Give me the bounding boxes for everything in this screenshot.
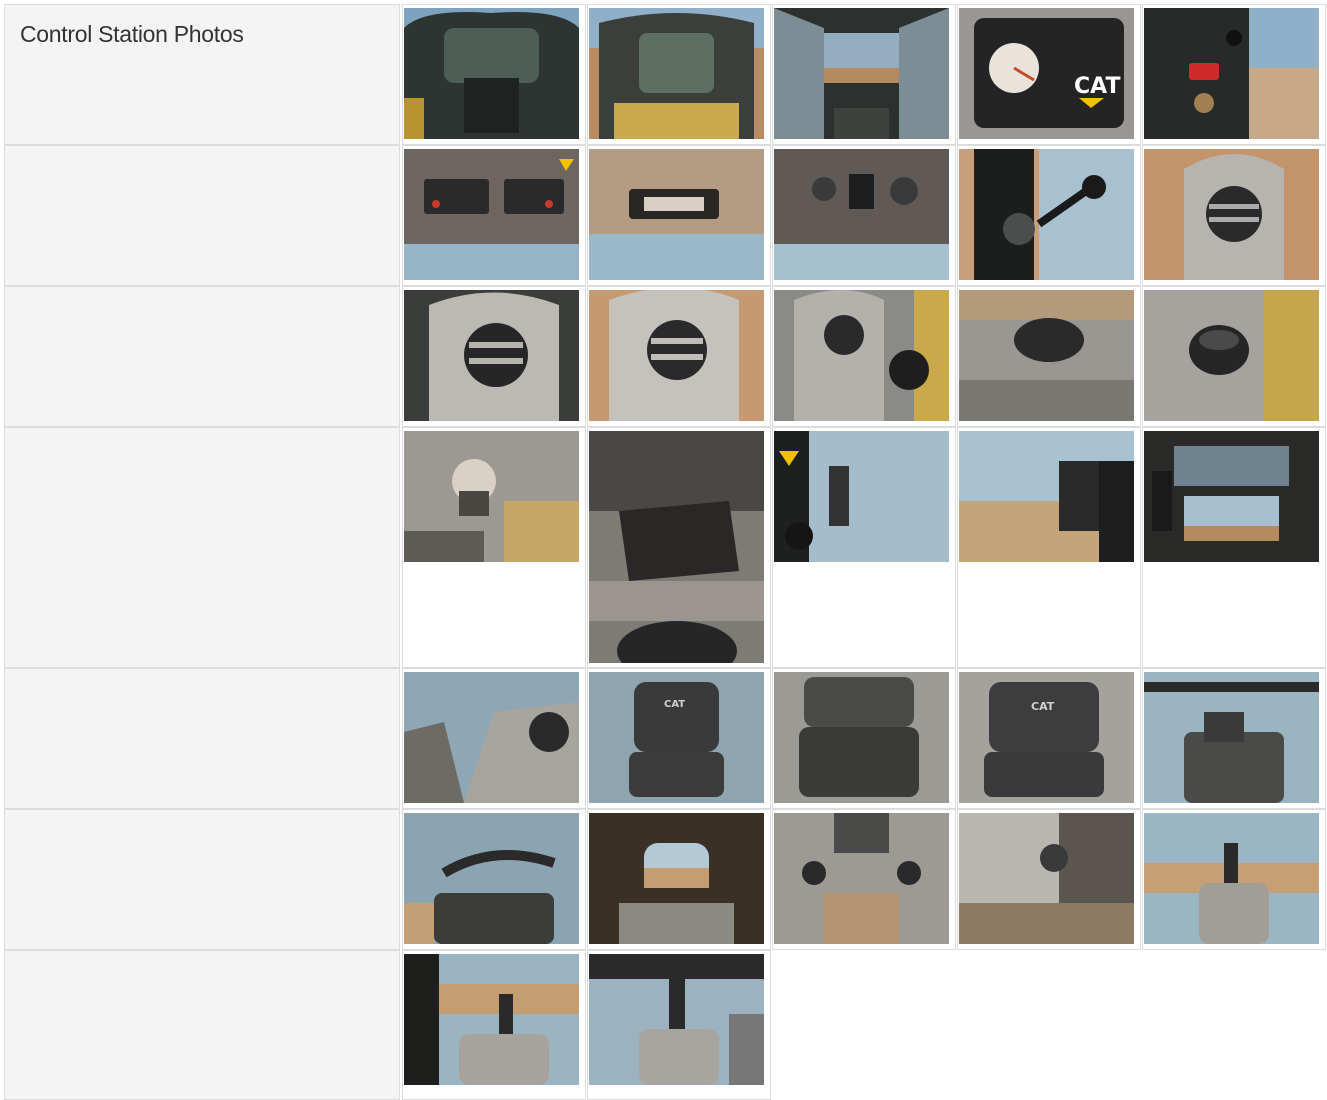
photo-row-1: Control Station Photos CAT [4,4,1326,145]
photo-cell [957,145,1141,286]
section-label-cell [4,427,400,668]
photo-cell [587,4,771,145]
section-label-cell [4,668,400,809]
photo-thumbnail[interactable] [589,290,764,421]
svg-text:CAT: CAT [1031,700,1055,713]
photo-thumbnail[interactable] [1144,431,1319,562]
photo-row-6 [4,809,1326,950]
photo-thumbnail[interactable] [589,8,764,139]
photo-thumbnail[interactable] [774,672,949,803]
photo-cell [772,145,956,286]
photo-cell [402,286,586,427]
photo-cell: CAT [587,668,771,809]
photo-cell [772,286,956,427]
photo-cell [1142,668,1326,809]
photo-cell [957,427,1141,668]
photo-cell [587,427,771,668]
photo-thumbnail[interactable] [774,8,949,139]
section-label-cell: Control Station Photos [4,4,400,145]
photo-row-2 [4,145,1326,286]
svg-text:CAT: CAT [664,699,685,710]
photo-thumbnail[interactable] [404,813,579,944]
photo-thumbnail[interactable]: CAT [589,672,764,803]
photo-cell [1142,809,1326,950]
photo-thumbnail[interactable] [774,813,949,944]
photo-cell [587,809,771,950]
photo-cell [1142,4,1326,145]
photo-thumbnail[interactable] [959,813,1134,944]
photo-cell [1142,427,1326,668]
section-label-cell [4,809,400,950]
photo-thumbnail[interactable] [589,813,764,944]
photo-thumbnail[interactable] [404,149,579,280]
photo-cell [1142,145,1326,286]
photo-thumbnail[interactable]: CAT [959,8,1134,139]
photo-row-4 [4,427,1326,668]
photo-thumbnail[interactable] [404,672,579,803]
photo-thumbnail[interactable] [589,954,764,1085]
photo-thumbnail[interactable] [589,149,764,280]
photo-thumbnail[interactable]: CAT [959,672,1134,803]
photo-cell [402,950,586,1100]
photo-thumbnail[interactable] [774,149,949,280]
photo-thumbnail[interactable] [959,149,1134,280]
photo-row-5: CAT CAT [4,668,1326,809]
section-label-cell [4,950,400,1100]
photo-cell [772,809,956,950]
svg-text:CAT: CAT [1074,74,1120,99]
photo-cell [772,427,956,668]
section-title: Control Station Photos [20,21,244,47]
photo-cell [402,668,586,809]
photo-cell [587,145,771,286]
photo-cell [957,809,1141,950]
photo-thumbnail[interactable] [1144,290,1319,421]
photo-thumbnail[interactable] [404,8,579,139]
photo-thumbnail[interactable] [589,431,764,663]
photo-cell [772,668,956,809]
photo-thumbnail[interactable] [1144,813,1319,944]
photo-cell [957,286,1141,427]
photo-cell: CAT [957,4,1141,145]
section-label-cell [4,145,400,286]
photo-thumbnail[interactable] [1144,672,1319,803]
photo-cell [402,4,586,145]
photo-thumbnail[interactable] [959,431,1134,562]
photo-cell [772,4,956,145]
photo-thumbnail[interactable] [774,431,949,562]
photo-cell [587,286,771,427]
photo-thumbnail[interactable] [404,954,579,1085]
photo-cell [402,145,586,286]
photo-cell [402,427,586,668]
photo-cell [1142,286,1326,427]
photo-thumbnail[interactable] [404,431,579,562]
photo-row-7 [4,950,1326,1100]
photo-row-3 [4,286,1326,427]
photo-cell: CAT [957,668,1141,809]
photo-thumbnail[interactable] [774,290,949,421]
photo-cell [402,809,586,950]
photo-thumbnail[interactable] [404,290,579,421]
section-label-cell [4,286,400,427]
photo-thumbnail[interactable] [959,290,1134,421]
photo-thumbnail[interactable] [1144,149,1319,280]
photo-cell [587,950,771,1100]
photo-thumbnail[interactable] [1144,8,1319,139]
